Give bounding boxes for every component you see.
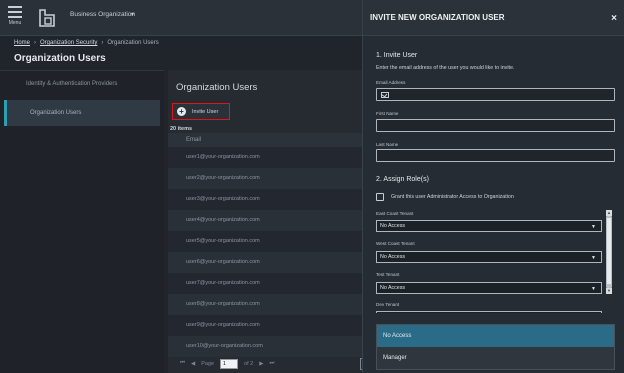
app-window: Menu Business Organization ▼ Home › Organi… bbox=[0, 0, 624, 373]
tenant-label: Dev Tenant bbox=[376, 302, 400, 307]
plus-icon: + bbox=[177, 107, 186, 116]
section-invite-user: 1. Invite User bbox=[376, 52, 418, 59]
breadcrumb-current: Organization Users bbox=[107, 40, 159, 46]
breadcrumb-organization-security[interactable]: Organization Security bbox=[40, 40, 97, 46]
breadcrumb: Home › Organization Security › Organization … bbox=[14, 40, 159, 46]
first-name-label: First Name bbox=[376, 111, 399, 116]
section-title: Organization Users bbox=[176, 82, 258, 93]
table-row[interactable]: user4@your-organization.com bbox=[168, 210, 362, 231]
admin-access-label: Grant this user Administrator Access to … bbox=[391, 194, 514, 200]
page-label: Page bbox=[201, 360, 215, 367]
scroll-down-icon[interactable]: ▼ bbox=[606, 288, 612, 294]
option-manager[interactable]: Manager bbox=[377, 347, 614, 369]
role-dropdown-menu: No Access Manager bbox=[376, 324, 615, 370]
select-value: No Access bbox=[380, 285, 406, 291]
organization-name[interactable]: Business Organization bbox=[70, 11, 135, 18]
section-assign-roles: 2. Assign Role(s) bbox=[376, 176, 429, 183]
tenant-label: East Coast Tenant bbox=[376, 211, 414, 216]
chevron-down-icon[interactable]: ▼ bbox=[130, 12, 135, 18]
item-count: 20 items bbox=[170, 126, 193, 132]
table-row[interactable]: user3@your-organization.com bbox=[168, 189, 362, 210]
top-bar: Menu Business Organization ▼ bbox=[0, 0, 362, 36]
nav-item-organization-users[interactable]: Organization Users bbox=[4, 100, 160, 126]
scrollbar-thumb[interactable] bbox=[607, 218, 611, 284]
caret-down-icon: ▼ bbox=[591, 286, 596, 292]
mail-icon bbox=[381, 92, 389, 98]
email-field[interactable] bbox=[376, 88, 615, 101]
select-value: No Access bbox=[380, 254, 406, 260]
main-content: Organization Users + Invite User 20 item… bbox=[168, 70, 368, 373]
organization-logo-icon bbox=[39, 9, 55, 27]
breadcrumb-separator: › bbox=[34, 40, 37, 46]
prev-page-icon[interactable]: ◀ bbox=[191, 361, 195, 367]
test-tenant-select[interactable]: No Access ▼ bbox=[376, 282, 602, 294]
breadcrumb-separator: › bbox=[101, 40, 104, 46]
menu-button[interactable]: Menu bbox=[4, 3, 26, 33]
first-page-icon[interactable]: ⏮ bbox=[180, 360, 185, 367]
invite-description: Enter the email address of the user you … bbox=[376, 65, 515, 71]
next-page-icon[interactable]: ▶ bbox=[259, 361, 263, 367]
option-no-access[interactable]: No Access bbox=[377, 325, 614, 347]
table-row[interactable]: user6@your-organization.com bbox=[168, 252, 362, 273]
invite-user-button[interactable]: + Invite User bbox=[172, 103, 230, 120]
hamburger-icon bbox=[8, 6, 22, 18]
table-row[interactable]: user7@your-organization.com bbox=[168, 273, 362, 294]
breadcrumb-home[interactable]: Home bbox=[14, 40, 30, 46]
close-icon[interactable]: × bbox=[611, 13, 617, 24]
nav-item-identity-providers[interactable]: Identity & Authentication Providers bbox=[0, 71, 164, 97]
invite-user-label: Invite User bbox=[192, 108, 219, 115]
tenant-label: West Coast Tenant bbox=[376, 241, 415, 246]
invite-user-panel: INVITE NEW ORGANIZATION USER × 1. Invite… bbox=[362, 0, 624, 373]
table-row[interactable]: user2@your-organization.com bbox=[168, 168, 362, 189]
table-row[interactable]: user1@your-organization.com bbox=[168, 147, 362, 168]
caret-down-icon: ▼ bbox=[591, 255, 596, 261]
table-row[interactable]: user8@your-organization.com bbox=[168, 294, 362, 315]
left-nav: Identity & Authentication Providers Orga… bbox=[0, 70, 164, 373]
tenant-label: Test Tenant bbox=[376, 272, 400, 277]
admin-access-checkbox[interactable] bbox=[376, 193, 384, 201]
west-coast-tenant-select[interactable]: No Access ▼ bbox=[376, 251, 602, 263]
tenant-role-list[interactable]: East Coast Tenant No Access ▼ West Coast… bbox=[363, 207, 624, 313]
page-number-input[interactable] bbox=[220, 358, 239, 369]
select-value: No Access bbox=[380, 223, 406, 229]
last-name-label: Last Name bbox=[376, 142, 399, 147]
page-of-label: of 2 bbox=[244, 360, 254, 367]
scrollbar[interactable] bbox=[606, 216, 612, 288]
table-row[interactable]: user9@your-organization.com bbox=[168, 315, 362, 336]
first-name-field[interactable] bbox=[376, 119, 615, 132]
user-table: user1@your-organization.com user2@your-o… bbox=[168, 147, 362, 357]
table-row[interactable]: user5@your-organization.com bbox=[168, 231, 362, 252]
east-coast-tenant-select[interactable]: No Access ▼ bbox=[376, 220, 602, 232]
caret-down-icon: ▼ bbox=[591, 224, 596, 230]
pager: ⏮ ◀ Page of 2 ▶ ⏭ 10 bbox=[168, 354, 368, 373]
last-name-field[interactable] bbox=[376, 149, 615, 162]
email-label: Email Address bbox=[376, 80, 406, 85]
menu-label: Menu bbox=[8, 20, 22, 26]
last-page-icon[interactable]: ⏭ bbox=[269, 360, 274, 367]
dev-tenant-select[interactable] bbox=[376, 311, 602, 313]
panel-title: INVITE NEW ORGANIZATION USER bbox=[363, 0, 624, 36]
page-title: Organization Users bbox=[14, 53, 106, 64]
column-header-email[interactable]: Email bbox=[168, 133, 362, 147]
